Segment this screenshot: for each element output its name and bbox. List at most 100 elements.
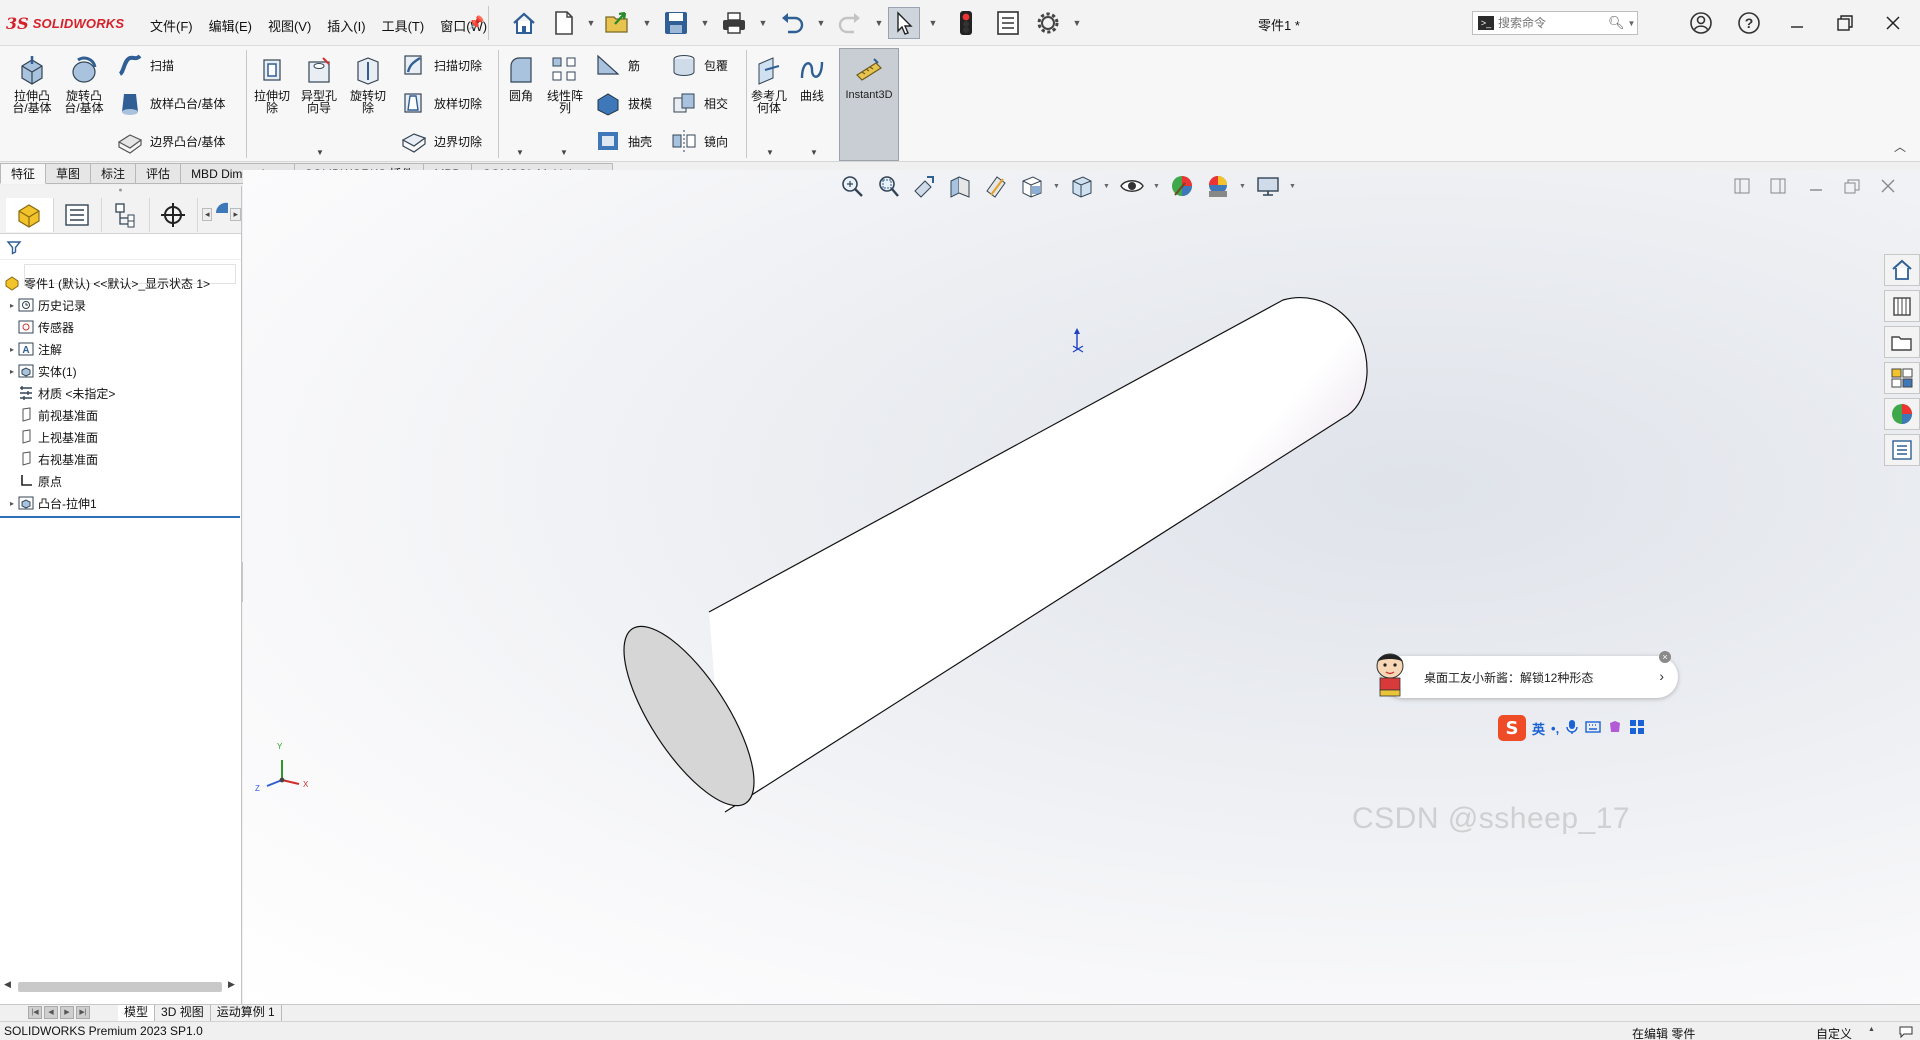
ime-toolbox-icon[interactable]: [1629, 719, 1645, 738]
dimxpert-tab[interactable]: [150, 197, 198, 232]
propertymanager-tab[interactable]: [54, 197, 102, 232]
ime-skin-icon[interactable]: [1607, 719, 1623, 738]
search-icon[interactable]: 🔍︎: [1608, 15, 1625, 31]
revolve-boss-button[interactable]: 旋转凸 台/基体: [60, 54, 108, 114]
options-gear-icon[interactable]: [1032, 7, 1064, 39]
sweep-button[interactable]: 扫描: [116, 52, 174, 78]
save-dropdown-icon[interactable]: ▼: [698, 7, 712, 39]
tab-scroll-left-icon[interactable]: ◂: [201, 208, 213, 221]
account-icon[interactable]: [1686, 8, 1716, 38]
loft-boss-button[interactable]: 放样凸台/基体: [116, 90, 225, 116]
ime-voice-icon[interactable]: [1565, 719, 1579, 738]
restore-icon[interactable]: [1830, 8, 1860, 38]
redo-dropdown-icon[interactable]: ▼: [872, 7, 886, 39]
curves-dropdown-icon[interactable]: ▼: [810, 148, 818, 157]
curves-button[interactable]: 曲线: [794, 54, 830, 102]
tree-item-right-plane[interactable]: 右视基准面: [6, 450, 98, 468]
tree-item-annotations[interactable]: ▸ A 注解: [6, 340, 62, 358]
cut-group-dropdown-icon[interactable]: ▼: [316, 148, 324, 157]
undo-dropdown-icon[interactable]: ▼: [814, 7, 828, 39]
tab-motion-study[interactable]: 运动算例 1: [211, 1005, 282, 1021]
select-pointer-icon[interactable]: [888, 7, 920, 39]
cylinder-model[interactable]: [243, 170, 1920, 1004]
hole-wizard-button[interactable]: 异型孔 向导: [296, 54, 342, 114]
swept-cut-button[interactable]: 扫描切除: [400, 52, 482, 78]
menu-tools[interactable]: 工具(T): [374, 14, 433, 37]
custom-properties-icon[interactable]: [1884, 434, 1920, 466]
solidworks-logo[interactable]: 3S SOLIDWORKS: [6, 12, 124, 34]
prev-tab-icon[interactable]: ◀: [44, 1006, 58, 1019]
menu-view[interactable]: 视图(V): [260, 14, 319, 37]
featuremanager-tab[interactable]: [6, 197, 54, 232]
expand-icon[interactable]: ▸: [6, 499, 18, 508]
configurationmanager-tab[interactable]: [102, 197, 150, 232]
first-tab-icon[interactable]: |◀: [28, 1006, 42, 1019]
file-explorer-icon[interactable]: [1884, 326, 1920, 358]
fillet-button[interactable]: 圆角: [502, 54, 540, 102]
extrude-cut-button[interactable]: 拉伸切 除: [250, 54, 294, 114]
instant3d-button[interactable]: Instant3D: [839, 48, 899, 161]
search-input[interactable]: [1498, 16, 1608, 30]
boundary-cut-button[interactable]: 边界切除: [400, 128, 482, 154]
intersect-button[interactable]: 相交: [670, 90, 728, 116]
rebuild-traffic-light-icon[interactable]: [950, 7, 982, 39]
tab-model[interactable]: 模型: [118, 1005, 156, 1021]
display-manager-tab[interactable]: [214, 199, 229, 230]
rib-button[interactable]: 筋: [594, 52, 640, 78]
panel-grip[interactable]: ●: [0, 186, 241, 196]
revolve-cut-button[interactable]: 旋转切 除: [346, 54, 390, 114]
tree-item-boss-extrude[interactable]: ▸ 凸台-拉伸1: [6, 494, 97, 512]
filter-icon[interactable]: [6, 239, 22, 255]
units-custom[interactable]: 自定义: [1816, 1025, 1852, 1040]
ime-language-toggle[interactable]: 英: [1532, 719, 1545, 738]
view-palette-icon[interactable]: [1884, 362, 1920, 394]
new-dropdown-icon[interactable]: ▼: [584, 7, 598, 39]
scroll-right-icon[interactable]: ▶: [228, 979, 235, 990]
print-dropdown-icon[interactable]: ▼: [756, 7, 770, 39]
select-dropdown-icon[interactable]: ▼: [926, 7, 940, 39]
expand-icon[interactable]: ▸: [6, 301, 18, 310]
mirror-button[interactable]: 镜向: [670, 128, 728, 154]
sogou-logo-icon[interactable]: S: [1498, 715, 1526, 741]
menu-window[interactable]: 窗口(W): [432, 14, 495, 37]
search-dropdown-icon[interactable]: ▼: [1628, 19, 1636, 28]
expand-icon[interactable]: ▸: [6, 367, 18, 376]
scroll-left-icon[interactable]: ◀: [4, 979, 11, 990]
menu-insert[interactable]: 插入(I): [319, 14, 373, 37]
pattern-dropdown-icon[interactable]: ▼: [560, 148, 568, 157]
options-dropdown-icon[interactable]: ▼: [1070, 7, 1084, 39]
boundary-boss-button[interactable]: 边界凸台/基体: [116, 128, 225, 154]
help-icon[interactable]: ?: [1734, 8, 1764, 38]
menu-edit[interactable]: 编辑(E): [201, 14, 260, 37]
tab-evaluate[interactable]: 评估: [136, 163, 182, 184]
open-dropdown-icon[interactable]: ▼: [640, 7, 654, 39]
collapse-ribbon-icon[interactable]: ︿: [1894, 138, 1906, 155]
minimize-icon[interactable]: [1782, 8, 1812, 38]
tab-markup[interactable]: 标注: [91, 163, 137, 184]
ime-keyboard-icon[interactable]: [1585, 720, 1601, 737]
pin-menu-icon[interactable]: 📌: [468, 15, 484, 31]
graphics-area[interactable]: ▼ ▼ ▼ ▼ ▼ Y X Z: [243, 170, 1920, 1004]
tab-sketch[interactable]: 草图: [46, 163, 92, 184]
desktop-pet-notification[interactable]: 桌面工友小新酱：解锁12种形态 ›: [1376, 653, 1678, 698]
tab-3d-views[interactable]: 3D 视图: [155, 1005, 211, 1021]
notification-close-icon[interactable]: ×: [1659, 651, 1671, 663]
save-icon[interactable]: [660, 7, 692, 39]
home-icon[interactable]: [508, 7, 540, 39]
new-document-icon[interactable]: [548, 7, 580, 39]
open-icon[interactable]: [602, 7, 634, 39]
refgeom-dropdown-icon[interactable]: ▼: [766, 148, 774, 157]
file-properties-icon[interactable]: [992, 7, 1024, 39]
notification-open-icon[interactable]: ›: [1659, 668, 1664, 684]
scroll-thumb[interactable]: [18, 982, 222, 992]
last-tab-icon[interactable]: ▶|: [76, 1006, 90, 1019]
reference-geometry-button[interactable]: 参考几 何体: [748, 54, 790, 114]
ime-punctuation-toggle[interactable]: •,: [1551, 721, 1559, 736]
cylinder-body[interactable]: [708, 297, 1368, 813]
search-commands-box[interactable]: >_ 🔍︎ ▼: [1472, 11, 1638, 35]
tree-item-material[interactable]: 材质 <未指定>: [6, 384, 115, 402]
tree-root-part[interactable]: 零件1 (默认) <<默认>_显示状态 1>: [4, 274, 210, 292]
linear-pattern-button[interactable]: 线性阵 列: [542, 54, 588, 114]
expand-icon[interactable]: ▸: [6, 345, 18, 354]
solidworks-resources-icon[interactable]: [1884, 254, 1920, 286]
